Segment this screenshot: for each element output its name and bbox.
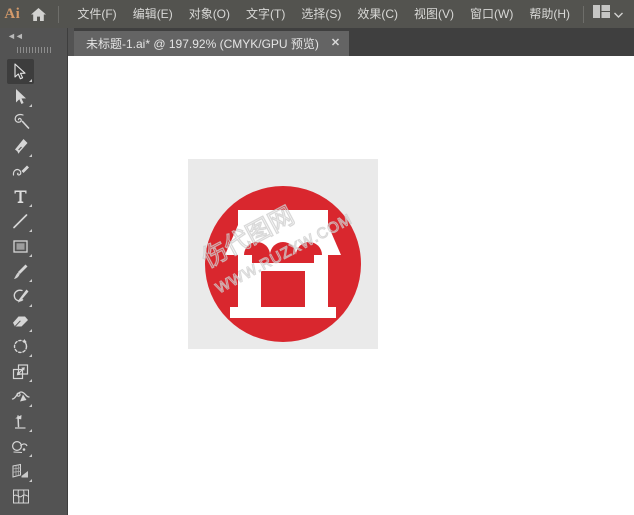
direct-selection-tool[interactable]: [7, 84, 34, 109]
menu-file[interactable]: 文件(F): [69, 3, 124, 25]
tool-flyout-corner: [29, 229, 32, 232]
workspace-divider: [583, 5, 585, 23]
paintbrush-tool[interactable]: [7, 259, 34, 284]
canvas-area[interactable]: 伤代图网 WWW.RUZXW.COM: [68, 56, 634, 515]
tool-flyout-corner: [29, 79, 32, 82]
tool-flyout-corner: [29, 479, 32, 482]
tool-flyout-corner: [29, 254, 32, 257]
panel-drag-grip[interactable]: [0, 43, 67, 56]
close-icon[interactable]: ✕: [331, 38, 340, 49]
curvature-tool[interactable]: [7, 159, 34, 184]
workspace-layout-icon: [593, 5, 611, 23]
tool-flyout-corner: [29, 279, 32, 282]
eraser-tool[interactable]: [7, 309, 34, 334]
tool-grid: [0, 56, 67, 515]
tool-flyout-corner: [29, 304, 32, 307]
collapse-panel-button[interactable]: ◄◄: [0, 28, 67, 43]
type-tool[interactable]: [7, 184, 34, 209]
rectangle-tool[interactable]: [7, 234, 34, 259]
tool-flyout-corner: [29, 329, 32, 332]
shape-builder-tool[interactable]: [7, 434, 34, 459]
tools-panel: ◄◄: [0, 28, 68, 515]
menu-bar: Ai 文件(F) 编辑(E) 对象(O) 文字(T) 选择(S) 效果(C) 视…: [0, 0, 634, 28]
document-tab[interactable]: 未标题-1.ai* @ 197.92% (CMYK/GPU 预览) ✕: [74, 31, 350, 56]
menu-divider: [57, 5, 59, 23]
gradient-tool[interactable]: [7, 509, 34, 515]
menu-view[interactable]: 视图(V): [406, 3, 462, 25]
tool-flyout-corner: [29, 354, 32, 357]
selection-tool[interactable]: [7, 59, 34, 84]
free-transform-tool[interactable]: [7, 409, 34, 434]
menu-edit[interactable]: 编辑(E): [125, 3, 181, 25]
menu-type[interactable]: 文字(T): [238, 3, 293, 25]
home-icon[interactable]: [25, 0, 53, 28]
document-tab-title: 未标题-1.ai* @ 197.92% (CMYK/GPU 预览): [86, 37, 319, 51]
menu-effect[interactable]: 效果(C): [349, 3, 406, 25]
chevron-down-icon: [614, 5, 624, 23]
menubar-right-group: [578, 3, 634, 25]
tool-flyout-corner: [29, 154, 32, 157]
menu-select[interactable]: 选择(S): [293, 3, 349, 25]
workspace-switcher[interactable]: [589, 3, 627, 25]
scale-tool[interactable]: [7, 359, 34, 384]
tool-flyout-corner: [29, 429, 32, 432]
menu-help[interactable]: 帮助(H): [521, 3, 578, 25]
tool-flyout-corner: [29, 204, 32, 207]
shop-storefront-icon[interactable]: [188, 159, 378, 349]
artboard[interactable]: 伤代图网 WWW.RUZXW.COM: [188, 159, 378, 349]
tool-flyout-corner: [29, 404, 32, 407]
mesh-tool[interactable]: [7, 484, 34, 509]
width-tool[interactable]: [7, 384, 34, 409]
shaper-tool[interactable]: [7, 284, 34, 309]
rotate-tool[interactable]: [7, 334, 34, 359]
magic-wand-tool[interactable]: [7, 109, 34, 134]
tool-flyout-corner: [29, 104, 32, 107]
menu-window[interactable]: 窗口(W): [462, 3, 521, 25]
illustrator-window: Ai 文件(F) 编辑(E) 对象(O) 文字(T) 选择(S) 效果(C) 视…: [0, 0, 634, 515]
app-logo: Ai: [4, 5, 21, 22]
pen-tool[interactable]: [7, 134, 34, 159]
tool-flyout-corner: [29, 379, 32, 382]
menu-object[interactable]: 对象(O): [181, 3, 238, 25]
perspective-grid-tool[interactable]: [7, 459, 34, 484]
menu-item-list: 文件(F) 编辑(E) 对象(O) 文字(T) 选择(S) 效果(C) 视图(V…: [69, 3, 578, 25]
document-tab-bar: 未标题-1.ai* @ 197.92% (CMYK/GPU 预览) ✕: [68, 28, 634, 56]
line-segment-tool[interactable]: [7, 209, 34, 234]
tool-flyout-corner: [29, 454, 32, 457]
